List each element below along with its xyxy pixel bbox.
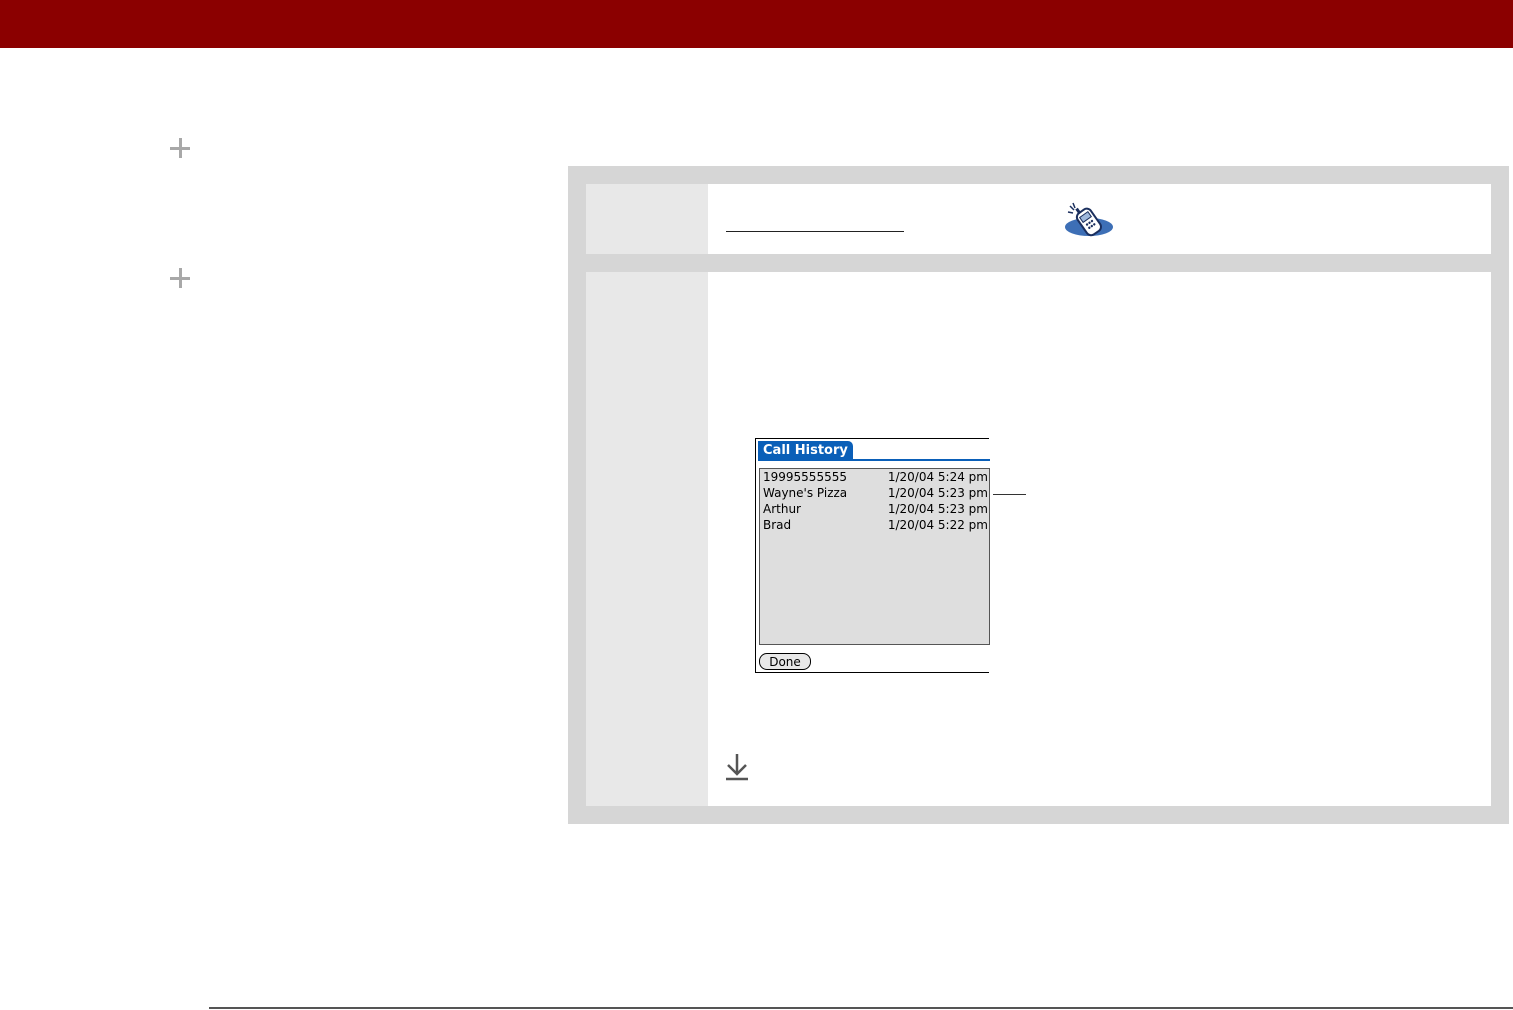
done-button[interactable]: Done bbox=[759, 653, 811, 670]
call-time: 1/20/04 5:22 pm bbox=[887, 518, 988, 532]
call-time: 1/20/04 5:23 pm bbox=[887, 486, 988, 500]
call-history-title: Call History bbox=[758, 441, 853, 460]
title-underline bbox=[758, 459, 990, 461]
page: Call History 19995555555 1/20/04 5:24 pm… bbox=[0, 0, 1513, 1010]
step-row-2: Call History 19995555555 1/20/04 5:24 pm… bbox=[586, 272, 1491, 806]
plus-icon[interactable] bbox=[170, 138, 190, 158]
list-item[interactable]: Brad 1/20/04 5:22 pm bbox=[763, 517, 988, 533]
step-body-cell: Call History 19995555555 1/20/04 5:24 pm… bbox=[708, 272, 1491, 806]
callout-line bbox=[993, 494, 1026, 495]
header-bar bbox=[0, 0, 1513, 48]
list-item[interactable]: Arthur 1/20/04 5:23 pm bbox=[763, 501, 988, 517]
step-body-cell bbox=[708, 184, 1491, 254]
call-name: Arthur bbox=[763, 502, 801, 516]
step-label-cell bbox=[586, 184, 708, 254]
footer-rule bbox=[209, 1007, 1513, 1009]
call-name: Brad bbox=[763, 518, 792, 532]
step-link[interactable] bbox=[726, 231, 904, 232]
step-label-cell bbox=[586, 272, 708, 806]
list-item[interactable]: 19995555555 1/20/04 5:24 pm bbox=[763, 469, 988, 485]
call-history-screenshot: Call History 19995555555 1/20/04 5:24 pm… bbox=[755, 438, 990, 673]
call-time: 1/20/04 5:24 pm bbox=[887, 470, 988, 484]
down-arrow-icon[interactable] bbox=[724, 752, 750, 782]
phone-icon bbox=[1065, 202, 1113, 237]
step-row-1 bbox=[586, 184, 1491, 254]
list-item[interactable]: Wayne's Pizza 1/20/04 5:23 pm bbox=[763, 485, 988, 501]
call-history-list: 19995555555 1/20/04 5:24 pm Wayne's Pizz… bbox=[759, 468, 990, 645]
call-name: Wayne's Pizza bbox=[763, 486, 848, 500]
call-name: 19995555555 bbox=[763, 470, 847, 484]
call-time: 1/20/04 5:23 pm bbox=[887, 502, 988, 516]
steps-panel: Call History 19995555555 1/20/04 5:24 pm… bbox=[568, 166, 1509, 824]
plus-icon[interactable] bbox=[170, 268, 190, 288]
